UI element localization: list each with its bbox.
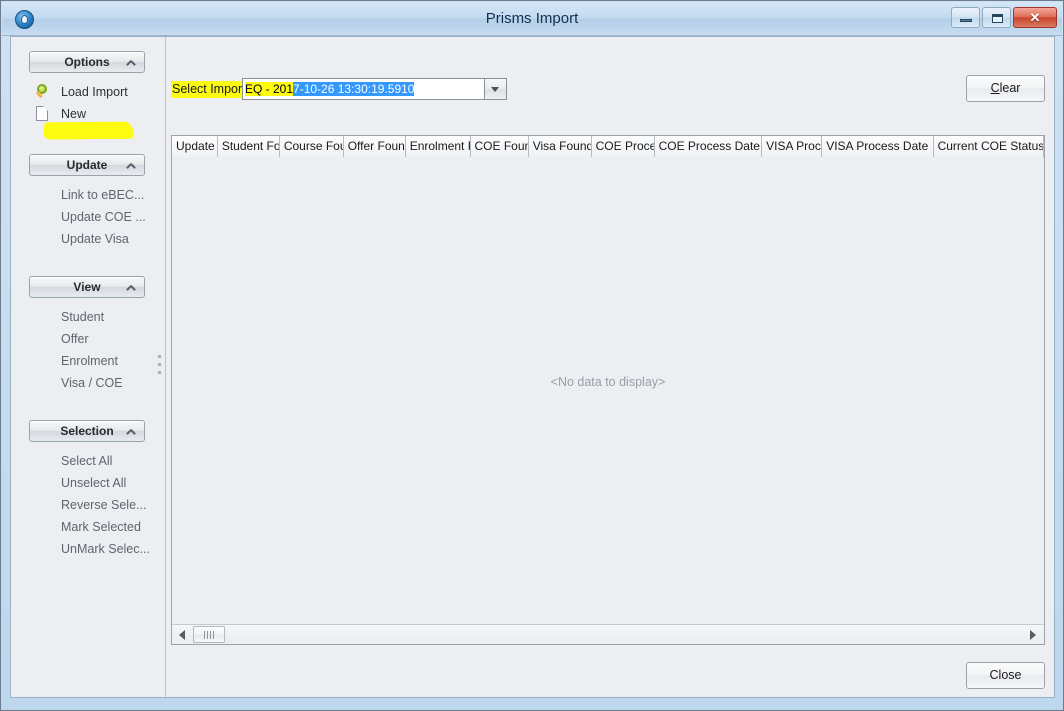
page-icon bbox=[36, 106, 48, 121]
nav-header-update[interactable]: Update bbox=[29, 154, 145, 176]
sidebar-item-unselect-all[interactable]: Unselect All bbox=[29, 472, 145, 494]
select-import-value-selected: 7-10-26 13:30:19.5910 bbox=[293, 82, 414, 96]
sidebar-item-offer[interactable]: Offer bbox=[29, 328, 145, 350]
nav-items-selection: Select All Unselect All Reverse Sele... … bbox=[29, 450, 145, 560]
sidebar-item-mark-selected[interactable]: Mark Selected bbox=[29, 516, 145, 538]
grip-icon bbox=[204, 631, 215, 639]
grid-column-coe-process[interactable]: COE Process bbox=[592, 136, 655, 157]
nav-items-options: Load Import New bbox=[29, 81, 145, 125]
grid-column-coe-found[interactable]: COE Found bbox=[471, 136, 529, 157]
grid-header-row: Update Student Fou Course Four Offer Fou… bbox=[172, 136, 1044, 158]
highlight-annotation-load-import bbox=[45, 122, 132, 140]
sidebar-item-link-to-ebec-label: Link to eBEC... bbox=[61, 188, 144, 202]
window-title: Prisms Import bbox=[2, 2, 1062, 35]
navigation-panel: Options Load Import New bbox=[11, 37, 153, 697]
chevron-down-icon[interactable] bbox=[484, 79, 506, 99]
title-bar[interactable]: Prisms Import ✕ bbox=[2, 2, 1062, 36]
clear-button[interactable]: Clear bbox=[966, 75, 1045, 102]
close-icon: ✕ bbox=[1014, 8, 1056, 27]
nav-section-options: Options bbox=[29, 51, 145, 73]
sidebar-item-visa-coe[interactable]: Visa / COE bbox=[29, 372, 145, 394]
sidebar-item-enrolment[interactable]: Enrolment bbox=[29, 350, 145, 372]
chevron-up-icon[interactable] bbox=[127, 427, 135, 435]
sidebar-item-update-visa-label: Update Visa bbox=[61, 232, 129, 246]
sidebar-item-select-all-label: Select All bbox=[61, 454, 112, 468]
minimize-button[interactable] bbox=[951, 7, 980, 28]
chevron-up-icon[interactable] bbox=[127, 283, 135, 291]
grid-column-enrolment-found[interactable]: Enrolment Fʀ bbox=[406, 136, 471, 157]
grid-column-student-found[interactable]: Student Fou bbox=[218, 136, 280, 157]
maximize-icon bbox=[992, 14, 1003, 23]
sidebar-item-unmark-selected-label: UnMark Selec... bbox=[61, 542, 150, 556]
sidebar-item-reverse-selection[interactable]: Reverse Sele... bbox=[29, 494, 145, 516]
sidebar-item-update-coe-label: Update COE ... bbox=[61, 210, 146, 224]
sidebar-item-enrolment-label: Enrolment bbox=[61, 354, 118, 368]
nav-items-update: Link to eBEC... Update COE ... Update Vi… bbox=[29, 184, 145, 250]
sidebar-item-load-import-label: Load Import bbox=[61, 85, 128, 99]
sidebar-item-select-all[interactable]: Select All bbox=[29, 450, 145, 472]
maximize-button[interactable] bbox=[982, 7, 1011, 28]
sidebar-item-student-label: Student bbox=[61, 310, 104, 324]
grid-empty-message: <No data to display> bbox=[172, 375, 1044, 389]
sidebar-item-student[interactable]: Student bbox=[29, 306, 145, 328]
window-controls: ✕ bbox=[951, 7, 1057, 28]
select-import-value[interactable]: EQ - 2017-10-26 13:30:19.5910 bbox=[243, 79, 484, 99]
client-area: Options Load Import New bbox=[10, 36, 1055, 698]
magnifier-icon bbox=[35, 84, 51, 100]
sidebar-item-reverse-selection-label: Reverse Sele... bbox=[61, 498, 146, 512]
clear-button-accel: C bbox=[991, 81, 1000, 95]
nav-section-update: Update bbox=[29, 154, 145, 176]
chevron-up-icon[interactable] bbox=[127, 58, 135, 66]
sidebar-item-update-coe[interactable]: Update COE ... bbox=[29, 206, 145, 228]
sidebar-item-visa-coe-label: Visa / COE bbox=[61, 376, 123, 390]
sidebar-item-unmark-selected[interactable]: UnMark Selec... bbox=[29, 538, 145, 560]
import-data-grid[interactable]: Update Student Fou Course Four Offer Fou… bbox=[171, 135, 1045, 645]
scroll-right-icon[interactable] bbox=[1025, 625, 1042, 643]
nav-items-view: Student Offer Enrolment Visa / COE bbox=[29, 306, 145, 394]
nav-header-view[interactable]: View bbox=[29, 276, 145, 298]
nav-header-options[interactable]: Options bbox=[29, 51, 145, 73]
chevron-up-icon[interactable] bbox=[127, 161, 135, 169]
close-window-button[interactable]: ✕ bbox=[1013, 7, 1057, 28]
grid-column-coe-process-date[interactable]: COE Process Date bbox=[655, 136, 763, 157]
grid-horizontal-scrollbar[interactable] bbox=[172, 624, 1044, 644]
content-area: Select Import EQ - 2017-10-26 13:30:19.5… bbox=[166, 37, 1054, 697]
grid-column-course-found[interactable]: Course Four bbox=[280, 136, 344, 157]
sidebar-item-offer-label: Offer bbox=[61, 332, 89, 346]
grid-body: <No data to display> bbox=[172, 157, 1044, 625]
select-import-combobox[interactable]: EQ - 2017-10-26 13:30:19.5910 bbox=[242, 78, 507, 100]
minimize-icon bbox=[960, 19, 972, 22]
nav-header-selection[interactable]: Selection bbox=[29, 420, 145, 442]
grid-column-visa-process-date[interactable]: VISA Process Date bbox=[822, 136, 933, 157]
clear-button-label: lear bbox=[1000, 81, 1021, 95]
close-button[interactable]: Close bbox=[966, 662, 1045, 689]
sidebar-item-load-import[interactable]: Load Import bbox=[29, 81, 145, 103]
application-window: Prisms Import ✕ Options bbox=[0, 0, 1064, 711]
sidebar-item-mark-selected-label: Mark Selected bbox=[61, 520, 141, 534]
grid-column-update[interactable]: Update bbox=[172, 136, 218, 157]
select-import-label: Select Import bbox=[171, 81, 247, 98]
sidebar-item-update-visa[interactable]: Update Visa bbox=[29, 228, 145, 250]
grid-column-visa-process[interactable]: VISA Proces bbox=[762, 136, 822, 157]
scrollbar-thumb[interactable] bbox=[193, 626, 225, 643]
sidebar-item-new-label: New bbox=[61, 107, 86, 121]
select-import-value-unselected: EQ - 201 bbox=[245, 82, 293, 96]
grid-column-visa-found[interactable]: Visa Found bbox=[529, 136, 592, 157]
nav-section-view: View bbox=[29, 276, 145, 298]
nav-section-selection: Selection bbox=[29, 420, 145, 442]
panel-splitter[interactable] bbox=[153, 37, 166, 697]
grid-column-offer-found[interactable]: Offer Found bbox=[344, 136, 406, 157]
splitter-grip-icon bbox=[158, 355, 161, 379]
sidebar-item-link-to-ebec[interactable]: Link to eBEC... bbox=[29, 184, 145, 206]
grid-column-current-coe-status[interactable]: Current COE Status bbox=[934, 136, 1044, 157]
sidebar-item-unselect-all-label: Unselect All bbox=[61, 476, 126, 490]
scroll-left-icon[interactable] bbox=[174, 625, 191, 643]
